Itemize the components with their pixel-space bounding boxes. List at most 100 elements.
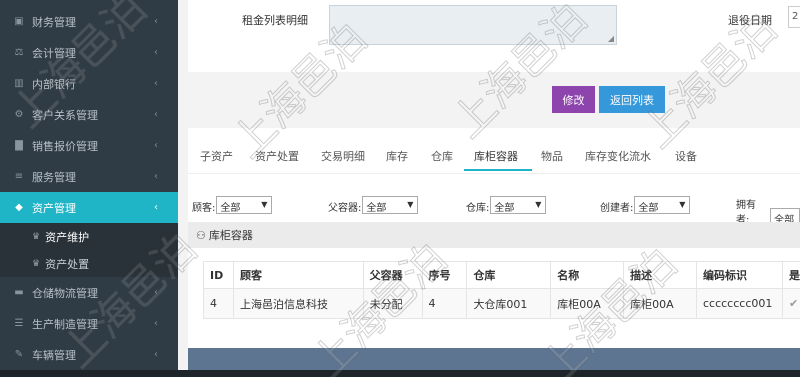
sidebar-subitem-asset-maintenance[interactable]: ♛ 资产维护 [0, 223, 178, 250]
caret-down-icon: ▼ [679, 200, 686, 209]
tab-sub-asset[interactable]: 子资产 [200, 148, 233, 164]
column-header[interactable]: 编码标识 [695, 261, 783, 289]
cell-customer: 上海邑泊信息科技 [232, 288, 364, 319]
chevron-left-icon: ‹ [154, 171, 158, 182]
sidebar-subitem-asset-disposal[interactable]: ♛ 资产处置 [0, 250, 178, 277]
sidebar-item-asset[interactable]: ◆ 资产管理 ‹ [0, 192, 178, 223]
edit-icon: ✎ [14, 349, 24, 360]
filter-parent-container: 父容器: 全部 ▼ [328, 196, 419, 214]
sidebar-item-finance[interactable]: ▣ 财务管理 ‹ [0, 6, 178, 37]
retire-date-label: 退役日期 [728, 14, 772, 27]
finance-icon: ▣ [14, 16, 24, 27]
trophy-icon: ♛ [32, 258, 41, 269]
table-row[interactable]: 4 上海邑泊信息科技 未分配 4 大仓库001 库柜00A 库柜00A cccc… [203, 288, 800, 319]
sidebar-subitem-label: 资产处置 [45, 257, 90, 271]
chevron-left-icon: ‹ [154, 318, 158, 329]
sidebar-item-warehouse[interactable]: ▬ 仓储物流管理 ‹ [0, 277, 178, 308]
column-header[interactable]: 父容器 [362, 261, 423, 289]
tab-items[interactable]: 物品 [541, 148, 563, 164]
back-to-list-button[interactable]: 返回列表 [599, 86, 665, 113]
filter-warehouse: 仓库: 全部 ▼ [466, 196, 547, 214]
tab-asset-disposal[interactable]: 资产处置 [255, 148, 299, 164]
tab-inventory[interactable]: 库存 [386, 148, 408, 164]
sidebar-item-label: 仓储物流管理 [32, 286, 98, 300]
truck-icon: ▬ [14, 287, 24, 298]
diamond-icon: ◆ [15, 202, 23, 213]
sidebar-subitem-label: 资产维护 [45, 230, 90, 244]
sidebar-item-sales-quote[interactable]: ▇ 销售报价管理 ‹ [0, 130, 178, 161]
column-header[interactable]: 描述 [623, 261, 697, 289]
sidebar-item-label: 生产制造管理 [32, 317, 98, 331]
filter-label: 父容器: [328, 203, 362, 214]
filter-label: 创建者: [600, 203, 634, 214]
column-header[interactable]: 顾客 [232, 261, 364, 289]
chevron-down-icon: ‹ [154, 202, 158, 213]
trophy-icon: ♛ [32, 231, 41, 242]
tab-container[interactable]: 库柜容器 [474, 148, 518, 164]
retire-date-input[interactable]: 2 [788, 6, 800, 28]
tab-transactions[interactable]: 交易明细 [321, 148, 365, 164]
server-icon: ≡ [14, 171, 24, 182]
chevron-left-icon: ‹ [154, 140, 158, 151]
parent-container-select[interactable]: 全部 ▼ [362, 196, 419, 214]
chevron-left-icon: ‹ [154, 47, 158, 58]
customer-select[interactable]: 全部 ▼ [216, 196, 273, 214]
user-icon: ⚇ [196, 228, 206, 242]
cell-sequence: 4 [421, 288, 468, 319]
tab-bar: 子资产 资产处置 交易明细 库存 仓库 库柜容器 物品 库存变化流水 设备 [188, 128, 800, 174]
sidebar-item-vehicle[interactable]: ✎ 车辆管理 ‹ [0, 339, 178, 370]
sidebar-item-accounting[interactable]: ⚖ 会计管理 ‹ [0, 37, 178, 68]
sidebar-item-service[interactable]: ≡ 服务管理 ‹ [0, 161, 178, 192]
bottom-strip [0, 370, 800, 377]
caret-down-icon: ▼ [407, 200, 414, 209]
tab-inventory-flow[interactable]: 库存变化流水 [585, 148, 651, 164]
sliders-icon: ☰ [14, 318, 24, 329]
main-content: 租金列表明细 ◢ 退役日期 2 修改 返回列表 子资产 资产处置 交易明细 库存… [178, 0, 800, 377]
sidebar-item-label: 车辆管理 [32, 348, 76, 362]
section-title: 库柜容器 [208, 229, 253, 242]
tab-equipment[interactable]: 设备 [675, 148, 697, 164]
gears-icon: ⚙ [14, 109, 24, 120]
section-header: ⚇ 库柜容器 [188, 222, 800, 248]
column-header[interactable]: 仓库 [466, 261, 552, 289]
table-header-row: ID 顾客 父容器 序号 仓库 名称 描述 编码标识 是 [203, 261, 800, 289]
creator-select[interactable]: 全部 ▼ [634, 196, 691, 214]
scale-icon: ⚖ [14, 47, 24, 58]
cell-id: 4 [203, 288, 234, 319]
sidebar-item-label: 会计管理 [32, 46, 76, 60]
cell-flag: ✔ [781, 288, 800, 319]
cell-warehouse: 大仓库001 [466, 288, 552, 319]
column-header[interactable]: 序号 [421, 261, 468, 289]
sidebar-submenu: ♛ 资产维护 ♛ 资产处置 [0, 223, 178, 277]
tab-warehouse[interactable]: 仓库 [431, 148, 453, 164]
active-tab-indicator [464, 169, 532, 171]
column-header[interactable]: 是 [781, 261, 800, 289]
column-header[interactable]: ID [203, 261, 234, 289]
container-table: ID 顾客 父容器 序号 仓库 名称 描述 编码标识 是 4 上海邑泊信息科技 … [203, 261, 800, 319]
sidebar-item-label: 销售报价管理 [32, 139, 98, 153]
sidebar-item-label: 资产管理 [32, 201, 76, 215]
sidebar-item-label: 内部银行 [32, 77, 76, 91]
cell-name: 库柜00A [550, 288, 625, 319]
filter-label: 仓库: [466, 203, 490, 214]
sidebar-item-manufacturing[interactable]: ☰ 生产制造管理 ‹ [0, 308, 178, 339]
detail-form: 租金列表明细 ◢ 退役日期 2 [188, 0, 800, 72]
caret-down-icon: ▼ [535, 200, 542, 209]
resize-grip-icon[interactable]: ◢ [608, 34, 614, 43]
column-header[interactable]: 名称 [550, 261, 625, 289]
bar-chart-icon: ▇ [15, 140, 23, 151]
rent-detail-textarea[interactable]: ◢ [329, 5, 617, 45]
caret-down-icon: ▼ [261, 200, 268, 209]
chevron-left-icon: ‹ [154, 349, 158, 360]
filter-label: 顾客: [192, 203, 216, 214]
sidebar-item-label: 财务管理 [32, 15, 76, 29]
rent-detail-label: 租金列表明细 [242, 14, 308, 27]
warehouse-select[interactable]: 全部 ▼ [490, 196, 547, 214]
edit-button[interactable]: 修改 [552, 86, 595, 113]
sidebar-item-crm[interactable]: ⚙ 客户关系管理 ‹ [0, 99, 178, 130]
filter-customer: 顾客: 全部 ▼ [192, 196, 273, 214]
sidebar-item-internal-bank[interactable]: ▥ 内部银行 ‹ [0, 68, 178, 99]
cell-description: 库柜00A [623, 288, 697, 319]
sidebar: ▣ 财务管理 ‹ ⚖ 会计管理 ‹ ▥ 内部银行 ‹ ⚙ 客户关系管理 ‹ ▇ … [0, 0, 178, 377]
bank-icon: ▥ [14, 78, 24, 89]
